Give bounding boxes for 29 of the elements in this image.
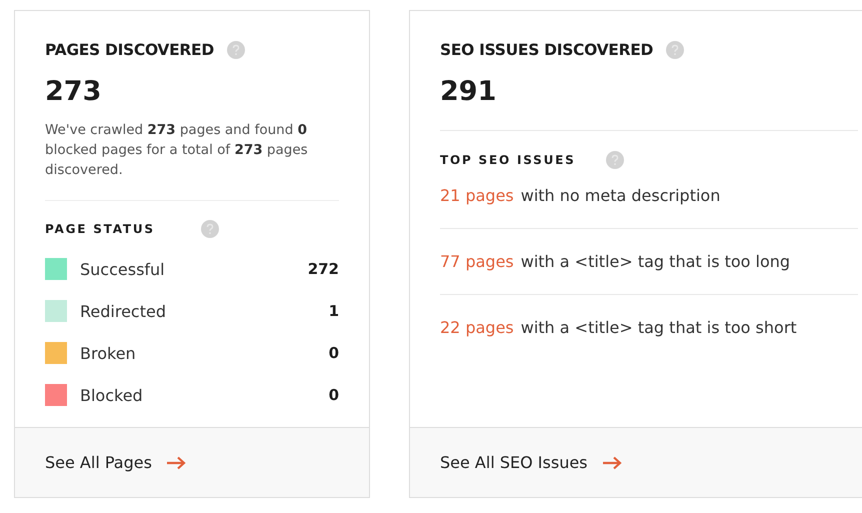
status-label: Successful: [80, 260, 166, 278]
help-icon[interactable]: [200, 220, 219, 238]
status-count: 0: [328, 386, 339, 404]
section-heading: PAGE STATUS: [45, 222, 155, 236]
issue-pages-link[interactable]: 22 pages: [440, 318, 514, 337]
section-heading: TOP SEO ISSUES: [440, 153, 576, 167]
issue-description: with a <title> tag that is too short: [520, 318, 797, 337]
status-count: 1: [328, 302, 339, 320]
issue-description: with no meta description: [520, 186, 720, 205]
issue-description: with a <title> tag that is too long: [520, 252, 790, 271]
help-icon[interactable]: [606, 151, 624, 169]
total-count: 291: [440, 76, 498, 108]
status-label: Redirected: [80, 302, 167, 320]
card-title: PAGES DISCOVERED: [45, 41, 214, 59]
see-all-pages-link[interactable]: See All Pages: [45, 453, 186, 472]
arrow-right-icon: [166, 456, 186, 470]
card-title: SEO ISSUES DISCOVERED: [440, 41, 654, 59]
status-label: Broken: [80, 344, 137, 362]
issue-pages-link[interactable]: 77 pages: [440, 252, 514, 271]
help-icon[interactable]: [226, 41, 245, 59]
status-count: 272: [308, 260, 339, 278]
summary-text: We've crawled 273 pages and found 0 blocked pages for a total of 273 pages discovered.: [45, 121, 309, 180]
status-label: Blocked: [80, 386, 144, 404]
total-count: 273: [45, 76, 102, 108]
arrow-right-icon: [602, 456, 622, 470]
status-count: 0: [328, 344, 339, 362]
see-all-seo-issues-link[interactable]: See All SEO Issues: [440, 453, 622, 472]
help-icon[interactable]: [666, 41, 684, 59]
issue-pages-link[interactable]: 21 pages: [440, 186, 514, 205]
